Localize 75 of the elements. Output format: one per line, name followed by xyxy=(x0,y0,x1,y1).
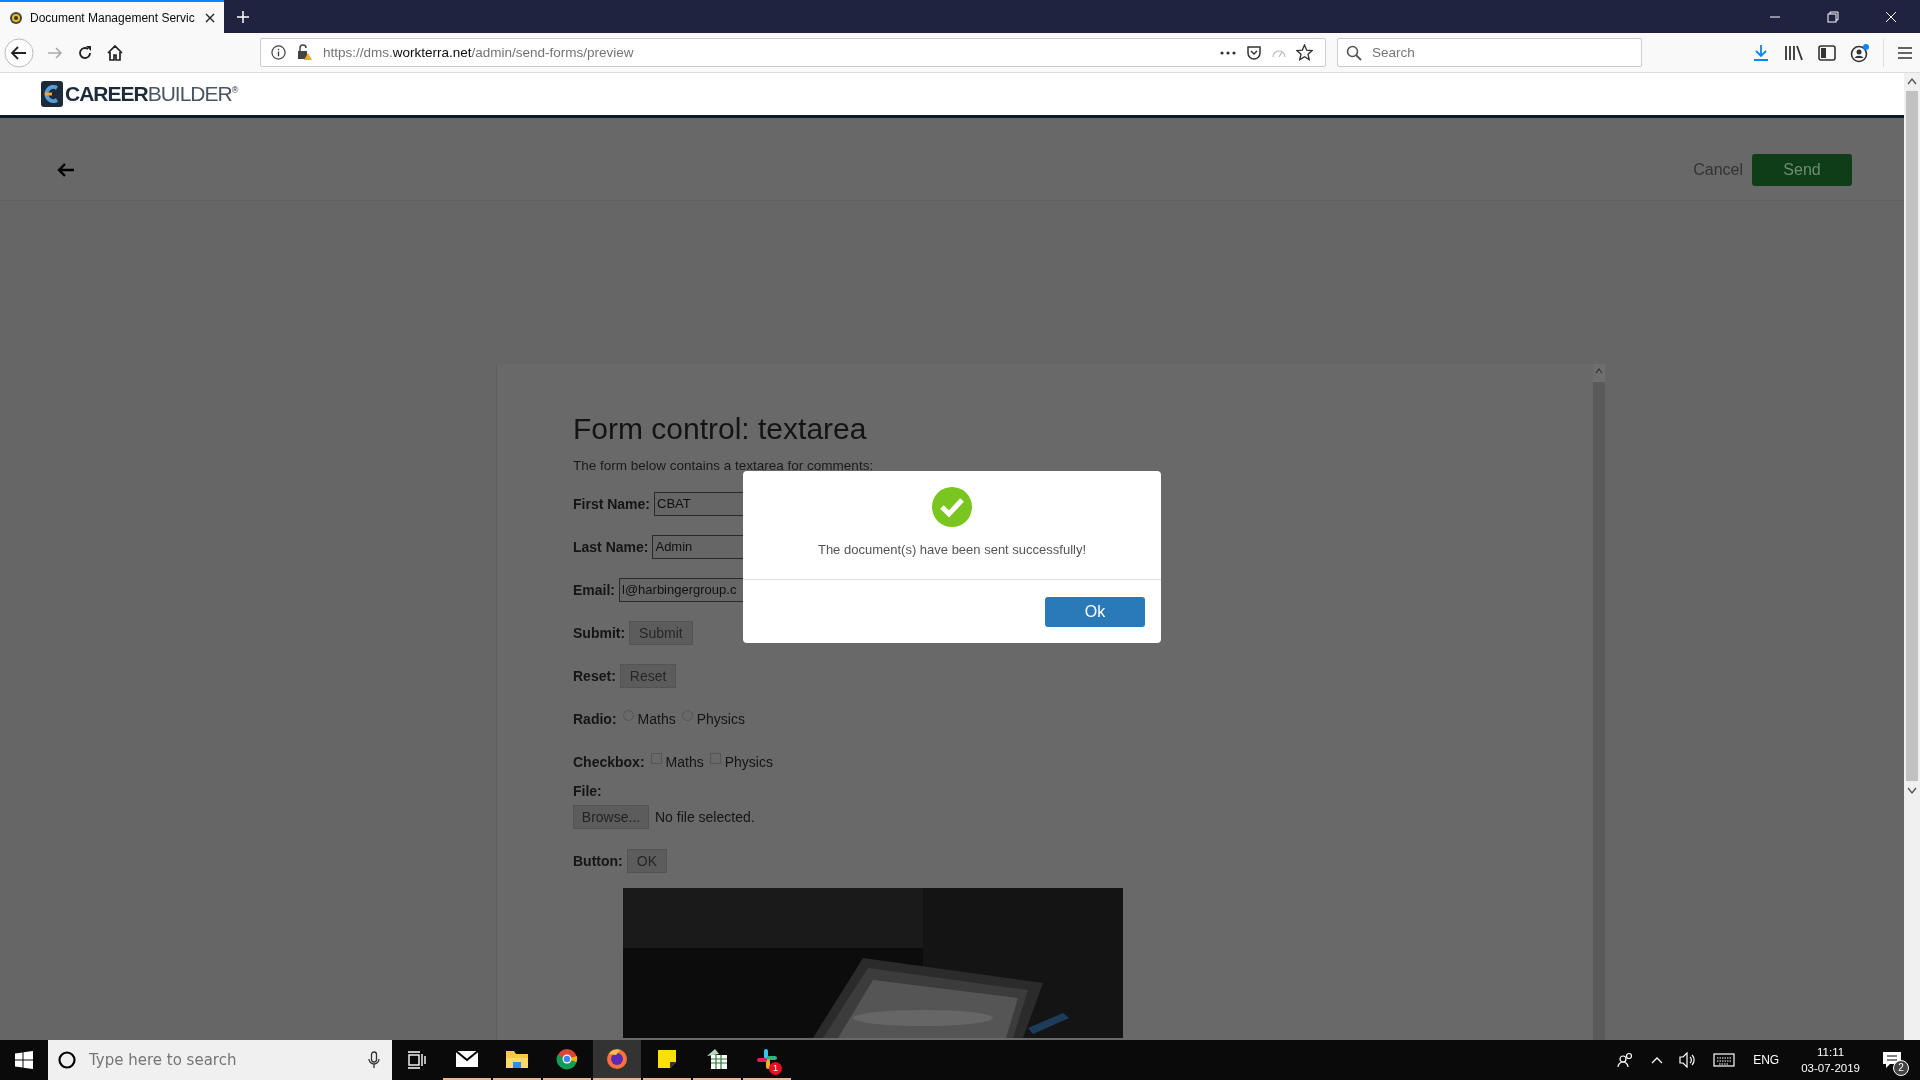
spreadsheet-icon xyxy=(705,1048,729,1070)
option-label: Physics xyxy=(696,710,745,727)
field-label: Checkbox: xyxy=(573,753,645,770)
intro-text: The form below contains a textarea for comments: xyxy=(573,458,875,473)
pocket-icon[interactable] xyxy=(1246,44,1262,61)
windows-start-icon[interactable] xyxy=(15,1051,33,1069)
action-center-button[interactable]: 2 xyxy=(1872,1040,1912,1080)
menu-icon[interactable] xyxy=(1897,45,1913,60)
taskbar-search-bar[interactable]: Type here to search xyxy=(48,1040,392,1080)
field-label: File: xyxy=(573,783,603,799)
insecure-lock-icon[interactable] xyxy=(296,44,313,61)
cortana-circle-icon xyxy=(58,1051,76,1069)
option-label: Maths xyxy=(637,710,676,727)
search-icon xyxy=(1346,44,1362,61)
sidebar-icon[interactable] xyxy=(1818,44,1836,61)
more-actions-icon[interactable] xyxy=(1220,50,1236,55)
field-label: First Name: xyxy=(573,495,651,512)
field-label: Last Name: xyxy=(573,538,649,555)
notification-badge: 1 xyxy=(769,1062,782,1075)
address-bar[interactable]: https://dms.workterra.net/admin/send-forms/preview xyxy=(260,38,1326,67)
option-label: Maths xyxy=(665,753,704,770)
scroll-up-icon[interactable] xyxy=(1907,77,1917,85)
send-button[interactable]: Send xyxy=(1752,153,1852,186)
microphone-icon[interactable] xyxy=(368,1051,380,1069)
close-icon[interactable] xyxy=(1885,10,1897,23)
back-arrow-icon[interactable] xyxy=(57,162,75,177)
task-view-icon[interactable] xyxy=(407,1051,427,1069)
input-language[interactable]: ENG xyxy=(1753,1053,1780,1067)
home-icon[interactable] xyxy=(106,43,124,62)
success-message: The document(s) have been sent successfully! xyxy=(817,542,1087,557)
taskbar-app[interactable]: 1 xyxy=(743,1040,791,1080)
notification-count: 2 xyxy=(1893,1060,1909,1076)
chevron-up-icon[interactable] xyxy=(1651,1056,1664,1064)
url-text[interactable]: https://dms.workterra.net/admin/send-forms/preview xyxy=(323,45,634,60)
logo-wordmark: CAREERBUILDER$^{®}$ xyxy=(65,82,238,106)
chrome-icon xyxy=(556,1048,578,1070)
field-label: Radio: xyxy=(573,710,617,727)
option-label: Physics xyxy=(724,753,773,770)
form-heading: Form control: textarea xyxy=(573,412,868,446)
mail-icon xyxy=(455,1050,479,1068)
search-bar[interactable]: Search xyxy=(1337,38,1642,67)
bookmark-star-icon[interactable] xyxy=(1296,44,1313,61)
field-label: Email: xyxy=(573,581,615,598)
browse-button[interactable]: Browse... xyxy=(573,805,649,829)
file-status-text: No file selected. xyxy=(655,809,755,825)
volume-icon[interactable] xyxy=(1679,1052,1698,1068)
download-icon[interactable] xyxy=(1752,43,1770,62)
back-icon[interactable] xyxy=(4,37,34,68)
site-favicon-icon xyxy=(9,10,23,25)
panel-scrollbar[interactable] xyxy=(1593,364,1605,1040)
taskbar-app[interactable] xyxy=(593,1040,641,1080)
field-label: Button: xyxy=(573,852,623,869)
sticky-note-icon xyxy=(657,1049,677,1069)
scroll-down-icon[interactable] xyxy=(1907,787,1917,795)
ok-button[interactable]: Ok xyxy=(1045,596,1145,627)
firefox-icon xyxy=(606,1048,628,1070)
library-icon[interactable] xyxy=(1784,43,1804,62)
logo-mark-icon xyxy=(41,79,63,109)
folder-icon xyxy=(505,1049,529,1069)
careerbuilder-logo[interactable]: CAREERBUILDER$^{®}$ xyxy=(41,79,238,109)
info-icon[interactable] xyxy=(271,45,286,60)
page-scrollbar[interactable] xyxy=(1904,73,1920,1040)
field-label: Reset: xyxy=(573,667,616,684)
taskbar-clock[interactable]: 11:11 03-07-2019 xyxy=(1801,1044,1860,1076)
field-label: Submit: xyxy=(573,624,626,641)
reload-icon[interactable] xyxy=(76,43,94,62)
success-check-icon xyxy=(931,486,973,528)
browser-tab[interactable]: Document Management Servic xyxy=(0,0,224,33)
restore-icon[interactable] xyxy=(1827,10,1839,23)
close-tab-icon[interactable] xyxy=(205,12,215,23)
taskbar-search-field[interactable]: Type here to search xyxy=(87,1050,357,1070)
account-icon[interactable] xyxy=(1850,42,1870,63)
new-tab-icon[interactable] xyxy=(236,9,250,24)
keyboard-icon[interactable] xyxy=(1713,1053,1736,1067)
search-field[interactable]: Search xyxy=(1370,44,1633,61)
